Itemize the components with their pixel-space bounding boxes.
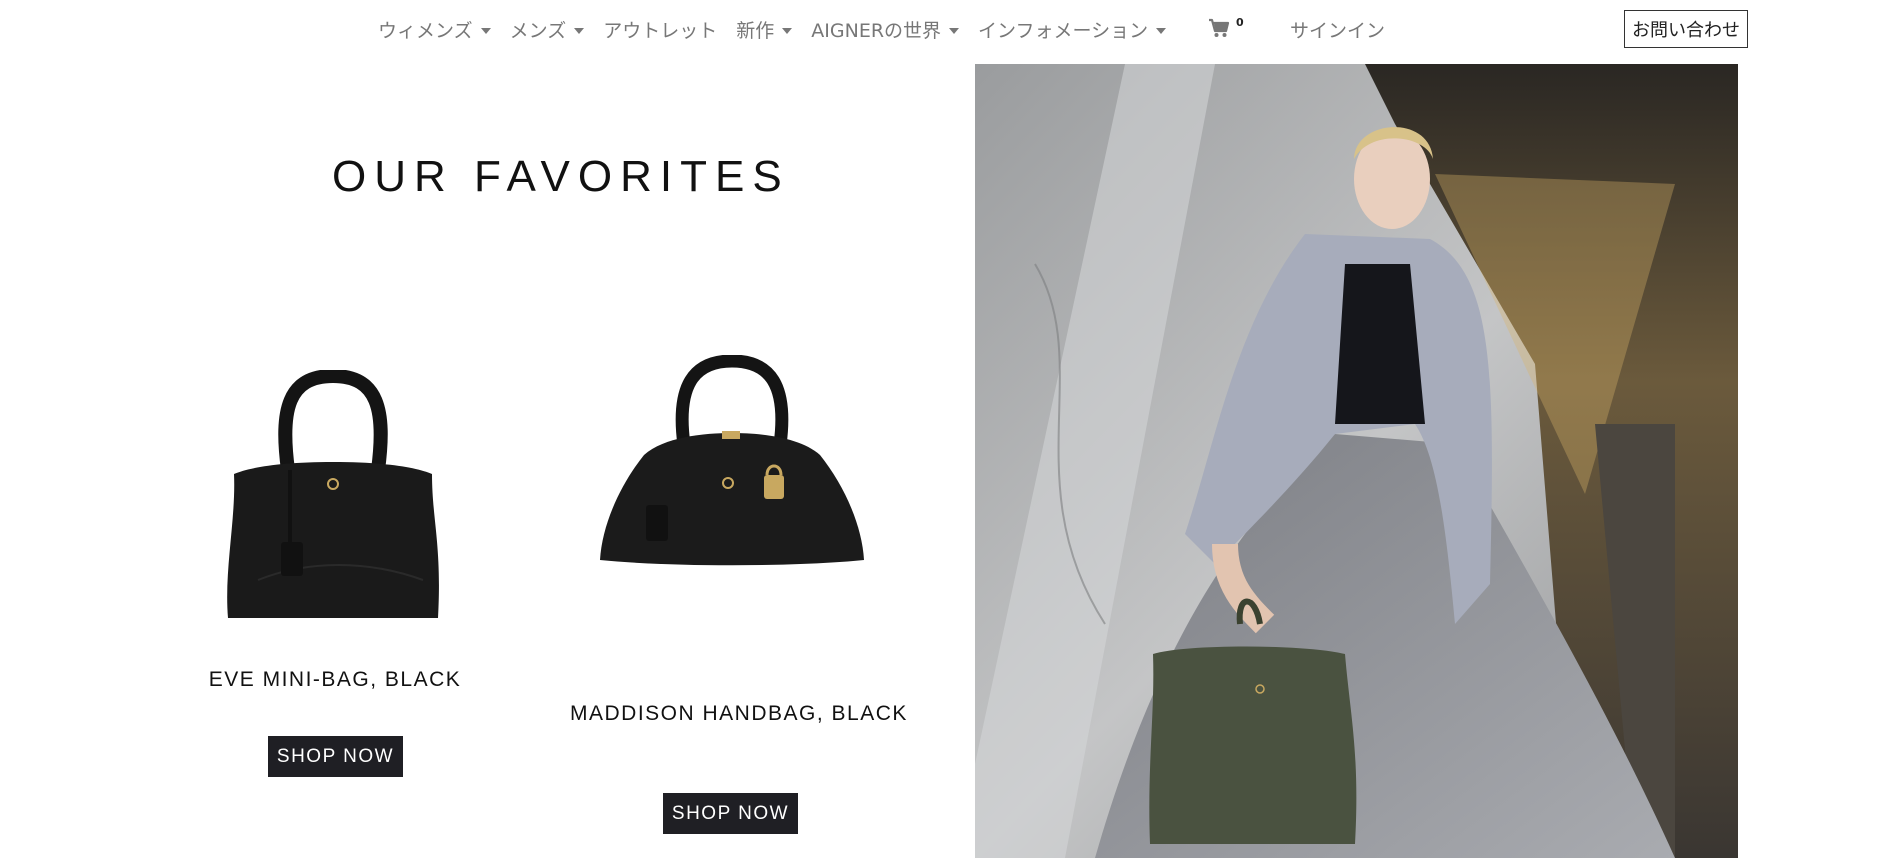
nav-item-outlet[interactable]: アウトレット — [603, 16, 717, 43]
caret-down-icon — [1156, 27, 1167, 34]
shop-now-button[interactable]: SHOP NOW — [268, 736, 403, 777]
black-barrel-bag-image — [600, 354, 864, 566]
caret-down-icon — [949, 27, 960, 34]
nav-item-label: 新作 — [736, 20, 775, 42]
nav-item-new-arrivals[interactable]: 新作 — [736, 16, 793, 43]
product-image-maddison-handbag[interactable] — [594, 354, 870, 570]
nav-item-world-of-aigner[interactable]: AIGNERの世界 — [811, 16, 960, 43]
section-title: OUR FAVORITES — [332, 152, 790, 201]
nav-menu: ウィメンズ メンズ アウトレット 新作 AIGNERの世界 インフォメーション — [378, 16, 1185, 43]
nav-item-label: インフォメーション — [978, 20, 1149, 42]
caret-down-icon — [574, 27, 585, 34]
top-navigation: ウィメンズ メンズ アウトレット 新作 AIGNERの世界 インフォメーション — [0, 0, 1883, 62]
cart-count-badge: 0 — [1236, 16, 1244, 29]
product-name[interactable]: MADDISON HANDBAG, BLACK — [570, 702, 906, 726]
model-with-green-handbag-image — [975, 64, 1738, 858]
nav-item-womens[interactable]: ウィメンズ — [378, 16, 491, 43]
nav-item-label: アウトレット — [603, 20, 718, 42]
shop-now-button[interactable]: SHOP NOW — [663, 793, 798, 834]
signin-link[interactable]: サインイン — [1290, 16, 1385, 43]
nav-item-label: メンズ — [509, 20, 567, 42]
caret-down-icon — [782, 27, 793, 34]
black-handbag-image — [227, 368, 439, 618]
nav-item-label: AIGNERの世界 — [811, 20, 942, 42]
product-image-eve-mini-bag[interactable] — [218, 368, 448, 620]
hero-image[interactable] — [975, 64, 1738, 858]
contact-button[interactable]: お問い合わせ — [1624, 10, 1748, 48]
cart-icon — [1209, 18, 1230, 37]
nav-item-information[interactable]: インフォメーション — [978, 16, 1167, 43]
nav-item-mens[interactable]: メンズ — [510, 16, 585, 43]
nav-item-label: ウィメンズ — [378, 20, 473, 42]
caret-down-icon — [480, 27, 491, 34]
product-name[interactable]: EVE MINI-BAG, BLACK — [205, 668, 465, 692]
cart-button[interactable]: 0 — [1208, 16, 1244, 38]
